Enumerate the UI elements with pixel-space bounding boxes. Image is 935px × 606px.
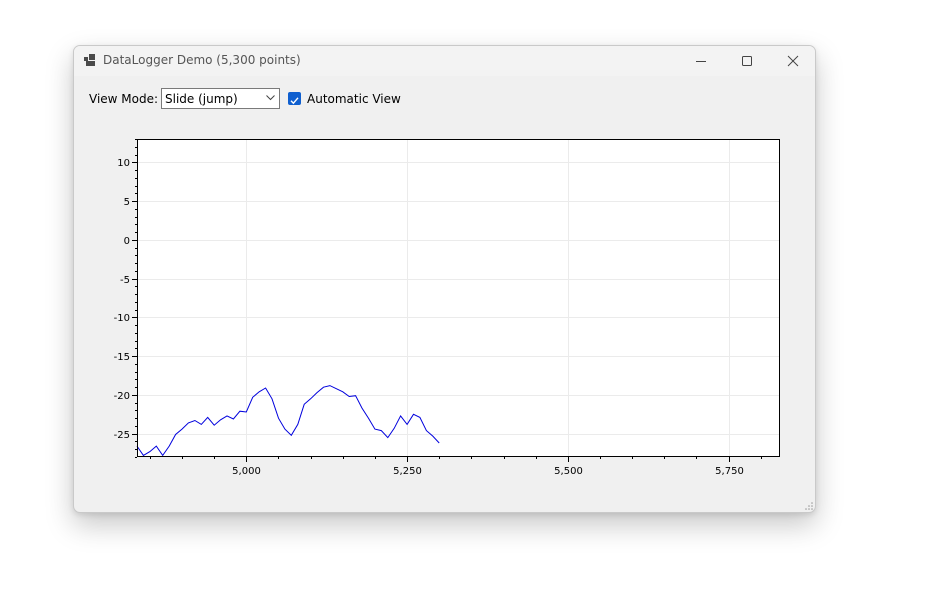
y-tick-label: -25 [114, 430, 130, 441]
y-tick-label: -10 [114, 313, 130, 324]
y-tick-label: 5 [124, 197, 130, 208]
resize-grip-icon[interactable] [805, 502, 813, 510]
y-tick-label: -15 [114, 352, 130, 363]
x-tick-label: 5,500 [554, 466, 583, 477]
x-tick-label: 5,000 [232, 466, 261, 477]
line-chart[interactable]: 10 5 0 -5 -10 -15 -20 -25 5,000 5,250 5,500 5,750 [74, 46, 815, 512]
x-tick-label: 5,750 [715, 466, 744, 477]
y-tick-label: -5 [120, 275, 130, 286]
y-tick-label: -20 [114, 391, 130, 402]
y-tick-label: 10 [117, 158, 130, 169]
datalogger-window: DataLogger Demo (5,300 points) View Mode… [73, 45, 816, 513]
plot-background [137, 139, 780, 457]
y-tick-label: 0 [124, 236, 130, 247]
x-tick-label: 5,250 [393, 466, 422, 477]
